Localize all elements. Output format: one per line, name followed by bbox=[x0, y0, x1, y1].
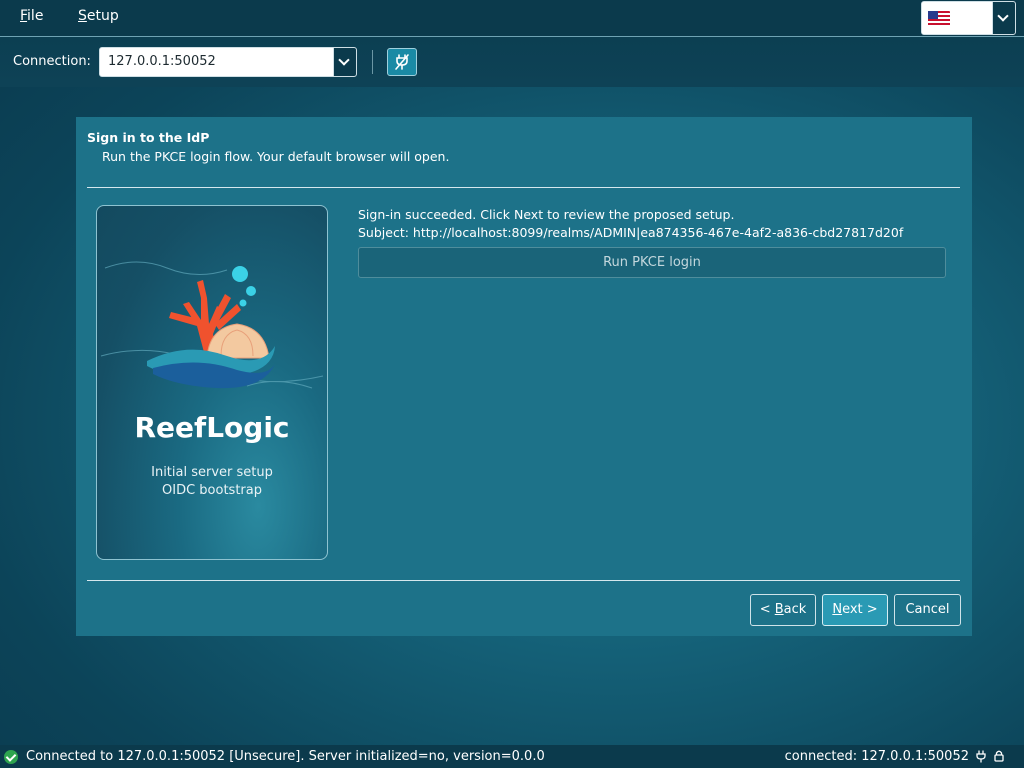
connection-toolbar: Connection: 127.0.0.1:50052 bbox=[0, 37, 1024, 87]
next-button-mnemonic: N bbox=[832, 602, 843, 617]
lock-icon bbox=[994, 750, 1004, 762]
status-bar: Connected to 127.0.0.1:50052 [Unsecure].… bbox=[0, 745, 1024, 768]
menu-setup-mnemonic: S bbox=[78, 8, 87, 24]
footer-divider bbox=[87, 580, 960, 581]
page-title: Sign in to the IdP bbox=[87, 130, 210, 145]
menu-setup[interactable]: Setup bbox=[78, 8, 119, 24]
wizard-page: Sign in to the IdP Run the PKCE login fl… bbox=[76, 117, 972, 636]
back-button-mnemonic: B bbox=[774, 602, 784, 617]
check-circle-icon bbox=[4, 750, 18, 764]
plug-slash-icon bbox=[395, 54, 409, 70]
chevron-down-icon bbox=[997, 10, 1009, 22]
menu-setup-label: etup bbox=[86, 8, 119, 24]
menu-file-mnemonic: F bbox=[20, 8, 28, 24]
language-selected bbox=[922, 2, 992, 34]
menu-file-label: ile bbox=[27, 8, 44, 24]
connection-status: connected: 127.0.0.1:50052 bbox=[784, 749, 969, 764]
brand-tagline-setup: Initial server setup bbox=[151, 465, 273, 480]
language-dropdown-button[interactable] bbox=[992, 2, 1015, 34]
connection-combo[interactable]: 127.0.0.1:50052 bbox=[99, 47, 357, 77]
page-subtitle: Run the PKCE login flow. Your default br… bbox=[102, 149, 450, 164]
run-pkce-login-button[interactable]: Run PKCE login bbox=[358, 247, 946, 278]
brand-tagline-oidc: OIDC bootstrap bbox=[162, 483, 262, 498]
connection-value[interactable]: 127.0.0.1:50052 bbox=[100, 48, 333, 76]
back-button-label: ack bbox=[783, 602, 807, 617]
header-divider bbox=[87, 187, 960, 188]
brand-name: ReefLogic bbox=[134, 411, 290, 444]
menu-bar: File Setup bbox=[0, 0, 1024, 37]
connection-label: Connection: bbox=[13, 54, 91, 69]
menu-file[interactable]: File bbox=[20, 8, 43, 24]
back-button-prefix: < bbox=[759, 602, 775, 617]
language-select[interactable] bbox=[921, 1, 1016, 35]
plug-icon bbox=[976, 750, 986, 763]
back-button[interactable]: < Back bbox=[750, 594, 816, 626]
us-flag-icon bbox=[928, 11, 950, 26]
cancel-button[interactable]: Cancel bbox=[894, 594, 961, 626]
reef-coral-logo bbox=[100, 261, 324, 389]
brand-side-card: ReefLogic Initial server setup OIDC boot… bbox=[96, 205, 328, 560]
status-message: Connected to 127.0.0.1:50052 [Unsecure].… bbox=[26, 749, 545, 764]
next-button-label: ext > bbox=[842, 602, 878, 617]
chevron-down-icon bbox=[338, 54, 350, 66]
toolbar-separator bbox=[372, 50, 373, 74]
sign-in-subject: Subject: http://localhost:8099/realms/AD… bbox=[358, 225, 904, 240]
sign-in-status: Sign-in succeeded. Click Next to review … bbox=[358, 207, 735, 222]
disconnect-button[interactable] bbox=[387, 48, 417, 76]
next-button[interactable]: Next > bbox=[822, 594, 888, 626]
connection-dropdown-button[interactable] bbox=[333, 48, 356, 76]
